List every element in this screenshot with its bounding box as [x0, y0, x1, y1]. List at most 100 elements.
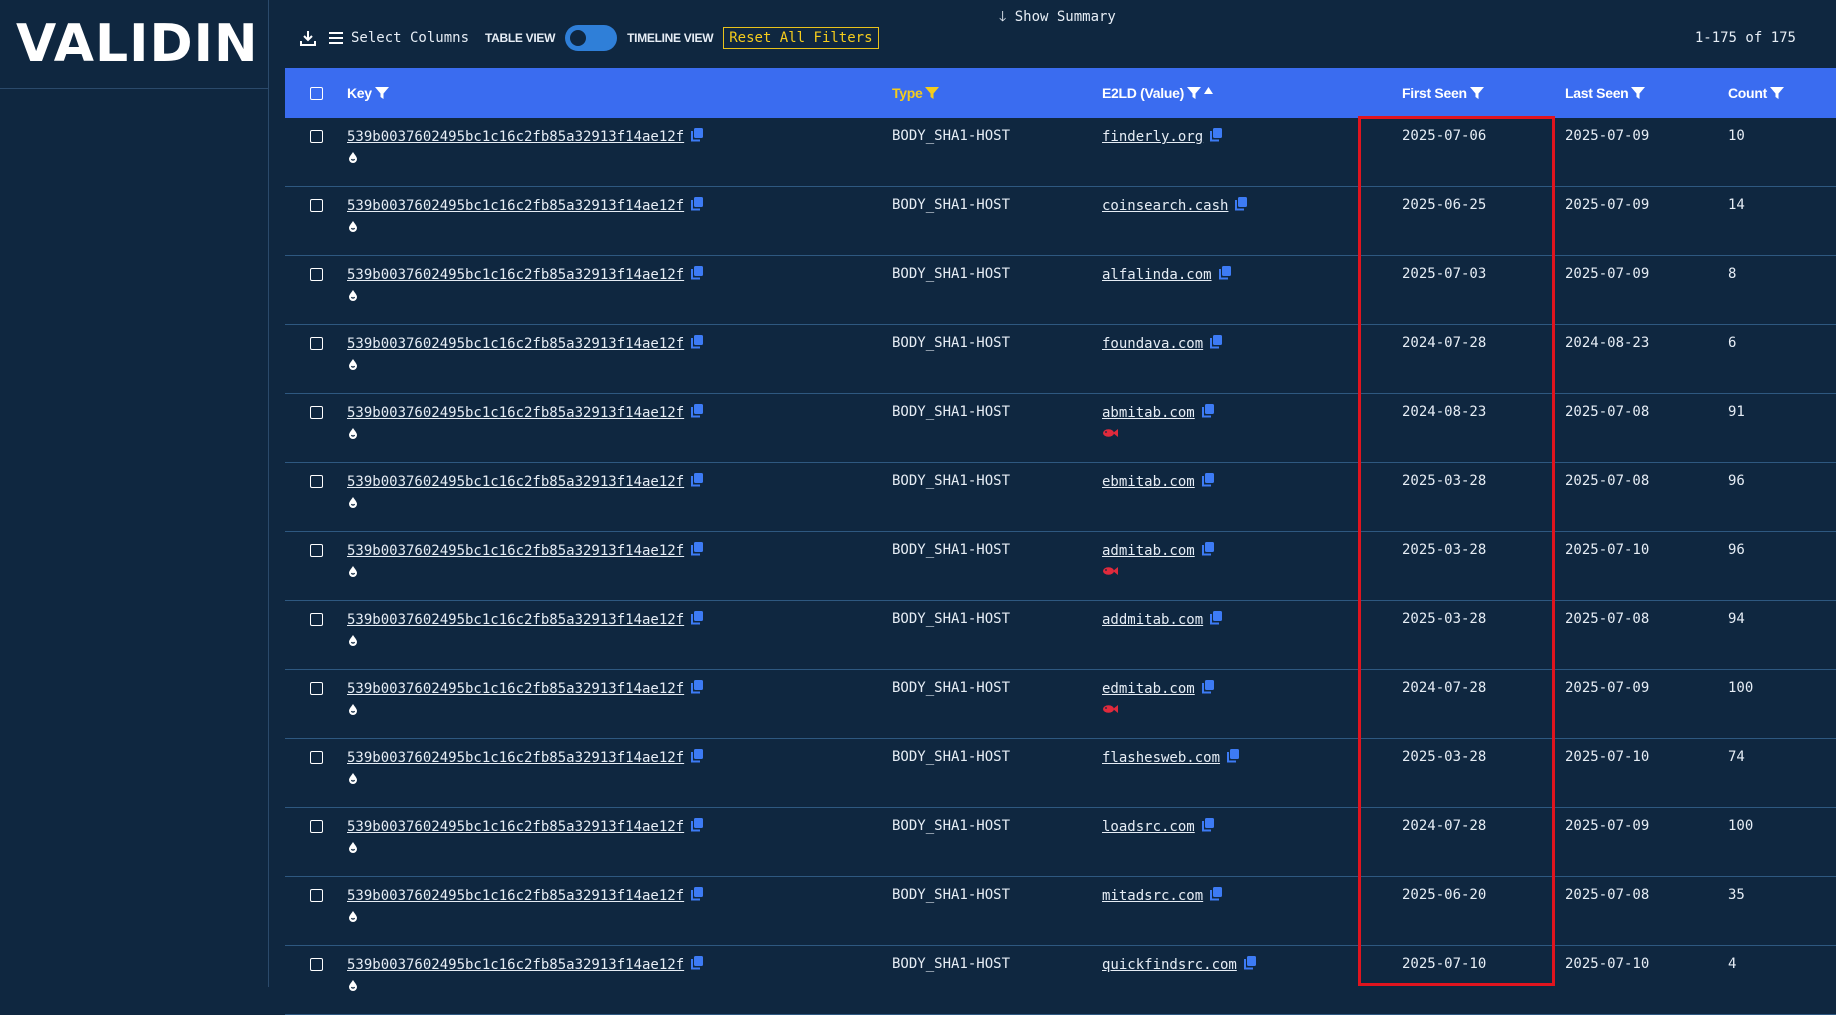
copy-icon[interactable] [1201, 473, 1214, 491]
select-columns-button[interactable]: Select Columns [351, 30, 469, 46]
drop-icon[interactable] [347, 633, 892, 647]
key-link[interactable]: 539b0037602495bc1c16c2fb85a32913f14ae12f [347, 405, 684, 421]
column-header-last-seen[interactable]: Last Seen [1565, 85, 1728, 101]
table-view-label[interactable]: TABLE VIEW [485, 31, 555, 45]
reset-all-filters-button[interactable]: Reset All Filters [723, 27, 879, 49]
drop-icon[interactable] [347, 426, 892, 440]
row-checkbox[interactable] [309, 199, 323, 212]
logo[interactable]: VALIDIN [16, 14, 258, 74]
copy-icon[interactable] [690, 818, 704, 836]
drop-icon[interactable] [347, 702, 892, 716]
copy-icon[interactable] [1218, 266, 1231, 284]
row-checkbox[interactable] [309, 130, 323, 143]
value-link[interactable]: admitab.com [1102, 543, 1195, 559]
filter-icon[interactable] [1469, 86, 1484, 100]
copy-icon[interactable] [1201, 680, 1214, 698]
drop-icon[interactable] [347, 771, 892, 785]
value-link[interactable]: loadsrc.com [1102, 819, 1195, 835]
key-link[interactable]: 539b0037602495bc1c16c2fb85a32913f14ae12f [347, 750, 684, 766]
value-link[interactable]: addmitab.com [1102, 612, 1203, 628]
phishing-fish-icon[interactable] [1102, 702, 1402, 716]
copy-icon[interactable] [1234, 197, 1248, 215]
copy-icon[interactable] [690, 404, 704, 422]
drop-icon[interactable] [347, 357, 892, 371]
copy-icon[interactable] [690, 542, 704, 560]
sort-ascending-icon[interactable] [1203, 86, 1213, 95]
value-link[interactable]: ebmitab.com [1102, 474, 1195, 490]
row-checkbox[interactable] [309, 268, 323, 281]
column-header-first-seen[interactable]: First Seen [1402, 85, 1565, 101]
copy-icon[interactable] [690, 128, 704, 146]
value-link[interactable]: finderly.org [1102, 129, 1203, 145]
row-checkbox[interactable] [309, 406, 323, 419]
copy-icon[interactable] [690, 887, 704, 905]
filter-icon[interactable] [925, 86, 940, 100]
select-all-checkbox[interactable] [309, 86, 323, 100]
timeline-view-label[interactable]: TIMELINE VIEW [627, 31, 713, 45]
key-link[interactable]: 539b0037602495bc1c16c2fb85a32913f14ae12f [347, 543, 684, 559]
column-header-key[interactable]: Key [347, 85, 892, 101]
filter-icon[interactable] [374, 86, 389, 100]
drop-icon[interactable] [347, 288, 892, 302]
copy-icon[interactable] [1201, 404, 1214, 422]
copy-icon[interactable] [1209, 887, 1223, 905]
key-link[interactable]: 539b0037602495bc1c16c2fb85a32913f14ae12f [347, 474, 684, 490]
columns-menu-icon[interactable] [327, 29, 345, 47]
row-checkbox[interactable] [309, 682, 323, 695]
key-link[interactable]: 539b0037602495bc1c16c2fb85a32913f14ae12f [347, 267, 684, 283]
value-link[interactable]: alfalinda.com [1102, 267, 1212, 283]
column-header-value[interactable]: E2LD (Value) [1102, 85, 1402, 101]
row-checkbox[interactable] [309, 544, 323, 557]
drop-icon[interactable] [347, 150, 892, 164]
value-link[interactable]: abmitab.com [1102, 405, 1195, 421]
drop-icon[interactable] [347, 840, 892, 854]
filter-icon[interactable] [1186, 86, 1201, 100]
copy-icon[interactable] [1209, 611, 1223, 629]
copy-icon[interactable] [690, 266, 704, 284]
drop-icon[interactable] [347, 909, 892, 923]
key-link[interactable]: 539b0037602495bc1c16c2fb85a32913f14ae12f [347, 612, 684, 628]
copy-icon[interactable] [690, 335, 704, 353]
key-link[interactable]: 539b0037602495bc1c16c2fb85a32913f14ae12f [347, 819, 684, 835]
copy-icon[interactable] [690, 956, 704, 974]
logo-area[interactable]: VALIDIN [0, 0, 268, 89]
value-link[interactable]: edmitab.com [1102, 681, 1195, 697]
row-checkbox[interactable] [309, 613, 323, 626]
copy-icon[interactable] [1201, 818, 1214, 836]
phishing-fish-icon[interactable] [1102, 564, 1402, 578]
drop-icon[interactable] [347, 564, 892, 578]
copy-icon[interactable] [690, 749, 704, 767]
phishing-fish-icon[interactable] [1102, 426, 1402, 440]
value-link[interactable]: foundava.com [1102, 336, 1203, 352]
key-link[interactable]: 539b0037602495bc1c16c2fb85a32913f14ae12f [347, 198, 684, 214]
copy-icon[interactable] [690, 680, 704, 698]
filter-icon[interactable] [1769, 86, 1784, 100]
copy-icon[interactable] [690, 197, 704, 215]
view-toggle[interactable] [565, 25, 618, 51]
copy-icon[interactable] [1243, 956, 1256, 974]
drop-icon[interactable] [347, 219, 892, 233]
key-link[interactable]: 539b0037602495bc1c16c2fb85a32913f14ae12f [347, 336, 684, 352]
filter-icon[interactable] [1631, 86, 1646, 100]
row-checkbox[interactable] [309, 820, 323, 833]
copy-icon[interactable] [1209, 128, 1223, 146]
key-link[interactable]: 539b0037602495bc1c16c2fb85a32913f14ae12f [347, 888, 684, 904]
copy-icon[interactable] [690, 611, 704, 629]
copy-icon[interactable] [1209, 335, 1223, 353]
column-header-type[interactable]: Type [892, 85, 1102, 101]
key-link[interactable]: 539b0037602495bc1c16c2fb85a32913f14ae12f [347, 681, 684, 697]
value-link[interactable]: quickfindsrc.com [1102, 957, 1237, 973]
key-link[interactable]: 539b0037602495bc1c16c2fb85a32913f14ae12f [347, 957, 684, 973]
column-header-count[interactable]: Count [1728, 85, 1828, 101]
value-link[interactable]: flashesweb.com [1102, 750, 1220, 766]
key-link[interactable]: 539b0037602495bc1c16c2fb85a32913f14ae12f [347, 129, 684, 145]
show-summary-button[interactable]: 🡓 Show Summary [999, 6, 1116, 30]
row-checkbox[interactable] [309, 475, 323, 488]
value-link[interactable]: coinsearch.cash [1102, 198, 1228, 214]
copy-icon[interactable] [690, 473, 704, 491]
row-checkbox[interactable] [309, 337, 323, 350]
row-checkbox[interactable] [309, 751, 323, 764]
drop-icon[interactable] [347, 495, 892, 509]
value-link[interactable]: mitadsrc.com [1102, 888, 1203, 904]
row-checkbox[interactable] [309, 889, 323, 902]
